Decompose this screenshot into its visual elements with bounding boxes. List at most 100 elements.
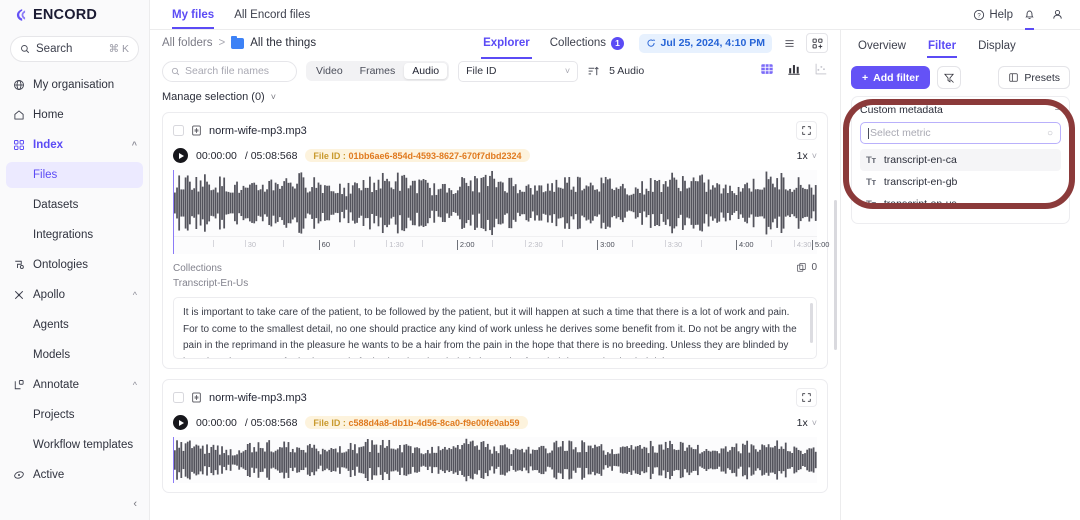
play-button[interactable]: [173, 148, 188, 163]
total-duration: / 05:08:568: [244, 149, 298, 162]
sidebar-item-workflow-templates[interactable]: Workflow templates: [0, 430, 149, 460]
sidebar-item-home[interactable]: Home: [0, 100, 149, 130]
filter-actions: + Add filter Presets: [841, 62, 1080, 89]
breadcrumb-separator: >: [218, 37, 226, 49]
collections-count[interactable]: 0: [796, 262, 817, 273]
search-input[interactable]: Search ⌘ K: [10, 36, 139, 62]
plus-icon: +: [862, 71, 869, 84]
sidebar-item-active[interactable]: Active: [0, 460, 149, 490]
tab-filter[interactable]: Filter: [919, 30, 965, 62]
file-id-value: 01bb6ae6-854d-4593-8627-670f7dbd2324: [348, 150, 522, 161]
audio-waveform[interactable]: . 30 . 60 . 1:30 . 2:00 . 2:30 .: [173, 170, 829, 254]
ruler-tick: 60: [318, 240, 330, 250]
brand-name: ENCORD: [33, 7, 98, 23]
metric-option-transcript-en-ca[interactable]: Tᴛ transcript-en-ca: [860, 149, 1061, 171]
sidebar-collapse-button[interactable]: ‹: [133, 498, 137, 510]
metadata-key-label: Transcript-En-Us: [173, 277, 249, 289]
sort-field-select[interactable]: File ID ˅: [458, 60, 579, 82]
brand-logo[interactable]: ENCORD: [0, 0, 149, 30]
sort-asc-icon: [588, 66, 599, 75]
file-card[interactable]: norm-wife-mp3.mp3 00:00:00 / 05:08:568 F…: [162, 112, 829, 369]
file-card[interactable]: norm-wife-mp3.mp3 00:00:00 / 05:08:568 F…: [162, 379, 828, 493]
filter-toolbar: Search file names Video Frames Audio Fil…: [150, 56, 840, 86]
collections-badge: 1: [611, 36, 624, 50]
total-duration: / 05:08:568: [244, 416, 298, 429]
sort-field-value: File ID: [466, 65, 497, 77]
file-search-input[interactable]: Search file names: [162, 60, 297, 82]
sidebar-item-annotate[interactable]: Annotate ^: [0, 370, 149, 400]
sidebar-item-projects[interactable]: Projects: [0, 400, 149, 430]
tab-label: Display: [978, 40, 1016, 52]
file-select-checkbox[interactable]: [173, 125, 184, 136]
bar-chart-icon[interactable]: [787, 62, 801, 81]
sort-direction-button[interactable]: [587, 65, 600, 78]
segment-audio[interactable]: Audio: [404, 63, 448, 79]
segment-frames[interactable]: Frames: [352, 63, 404, 79]
play-button[interactable]: [173, 415, 188, 430]
clear-icon[interactable]: ○: [1047, 128, 1053, 139]
sidebar-item-integrations[interactable]: Integrations: [0, 220, 149, 250]
grid-add-icon[interactable]: [806, 33, 828, 53]
collapse-filter-button[interactable]: −: [1055, 104, 1061, 116]
sidebar-item-ontologies[interactable]: Ontologies: [0, 250, 149, 280]
text-type-icon: Tᴛ: [866, 176, 876, 188]
tab-label: All Encord files: [234, 8, 311, 21]
expand-button[interactable]: [796, 388, 817, 407]
add-filter-button[interactable]: + Add filter: [851, 66, 931, 89]
tab-overview[interactable]: Overview: [849, 30, 915, 62]
transcript-scrollbar[interactable]: [810, 303, 813, 343]
breadcrumb-root[interactable]: All folders: [162, 37, 213, 49]
ruler-tick: 2:00: [456, 240, 475, 250]
metric-option-transcript-en-us[interactable]: Tᴛ transcript-en-us: [860, 193, 1061, 215]
option-label: transcript-en-gb: [883, 176, 958, 188]
filter-panel: Overview Filter Display + Add filter Pre…: [840, 30, 1080, 520]
chevron-down-icon: ˅: [270, 92, 276, 102]
tab-all-encord-files[interactable]: All Encord files: [224, 0, 320, 29]
expand-button[interactable]: [796, 121, 817, 140]
sidebar-item-label: Annotate: [33, 379, 80, 391]
scatter-chart-icon[interactable]: [814, 62, 828, 81]
sidebar-item-index[interactable]: Index ^: [0, 130, 149, 160]
file-select-checkbox[interactable]: [173, 392, 184, 403]
last-updated-chip[interactable]: Jul 25, 2024, 4:10 PM: [638, 33, 772, 53]
sidebar-item-label: Files: [33, 169, 58, 181]
sidebar-item-label: My organisation: [33, 79, 115, 91]
sidebar-item-apollo[interactable]: Apollo ^: [0, 280, 149, 310]
tab-my-files[interactable]: My files: [162, 0, 224, 29]
refresh-icon: [646, 39, 655, 47]
sidebar-item-datasets[interactable]: Datasets: [0, 190, 149, 220]
audio-controls: 00:00:00 / 05:08:568 File ID : 01bb6ae6-…: [173, 148, 817, 163]
file-card-list[interactable]: norm-wife-mp3.mp3 00:00:00 / 05:08:568 F…: [150, 108, 840, 520]
file-list-scrollbar[interactable]: [833, 200, 837, 350]
manage-selection-button[interactable]: Manage selection (0) ˅: [150, 86, 840, 108]
grid-view-icon[interactable]: [760, 62, 774, 81]
clear-filter-button[interactable]: [937, 66, 962, 89]
chevron-down-icon: ˅: [811, 150, 817, 161]
segment-video[interactable]: Video: [308, 63, 351, 79]
tab-display[interactable]: Display: [969, 30, 1025, 62]
notifications-button[interactable]: [1023, 8, 1036, 30]
sidebar-item-files[interactable]: Files: [0, 160, 149, 190]
sidebar-item-agents[interactable]: Agents: [0, 310, 149, 340]
help-button[interactable]: ? Help: [973, 9, 1013, 21]
breadcrumb-row: All folders > All the things Explorer Co…: [150, 30, 840, 59]
metric-option-transcript-en-gb[interactable]: Tᴛ transcript-en-gb: [860, 171, 1061, 193]
sidebar-item-my-organisation[interactable]: My organisation: [0, 70, 149, 100]
playback-speed-select[interactable]: 1x ˅: [797, 417, 817, 429]
select-metric-input[interactable]: Select metric ○: [860, 122, 1061, 144]
user-avatar-button[interactable]: [1046, 5, 1068, 25]
encord-logo-icon: [16, 9, 26, 21]
filter-card-header: Custom metadata −: [860, 104, 1061, 116]
audio-waveform[interactable]: [173, 437, 817, 483]
playback-speed-select[interactable]: 1x ˅: [797, 150, 817, 162]
presets-label: Presets: [1024, 71, 1060, 84]
audio-file-icon: [192, 392, 201, 403]
transcript-box[interactable]: It is important to take care of the pati…: [173, 297, 817, 359]
presets-button[interactable]: Presets: [998, 66, 1070, 89]
list-view-icon[interactable]: [778, 33, 800, 53]
tab-explorer[interactable]: Explorer: [477, 30, 536, 59]
breadcrumb-folder[interactable]: All the things: [250, 37, 316, 49]
tab-collections[interactable]: Collections 1: [544, 30, 630, 56]
sidebar-item-models[interactable]: Models: [0, 340, 149, 370]
sidebar-item-label: Datasets: [33, 199, 79, 211]
